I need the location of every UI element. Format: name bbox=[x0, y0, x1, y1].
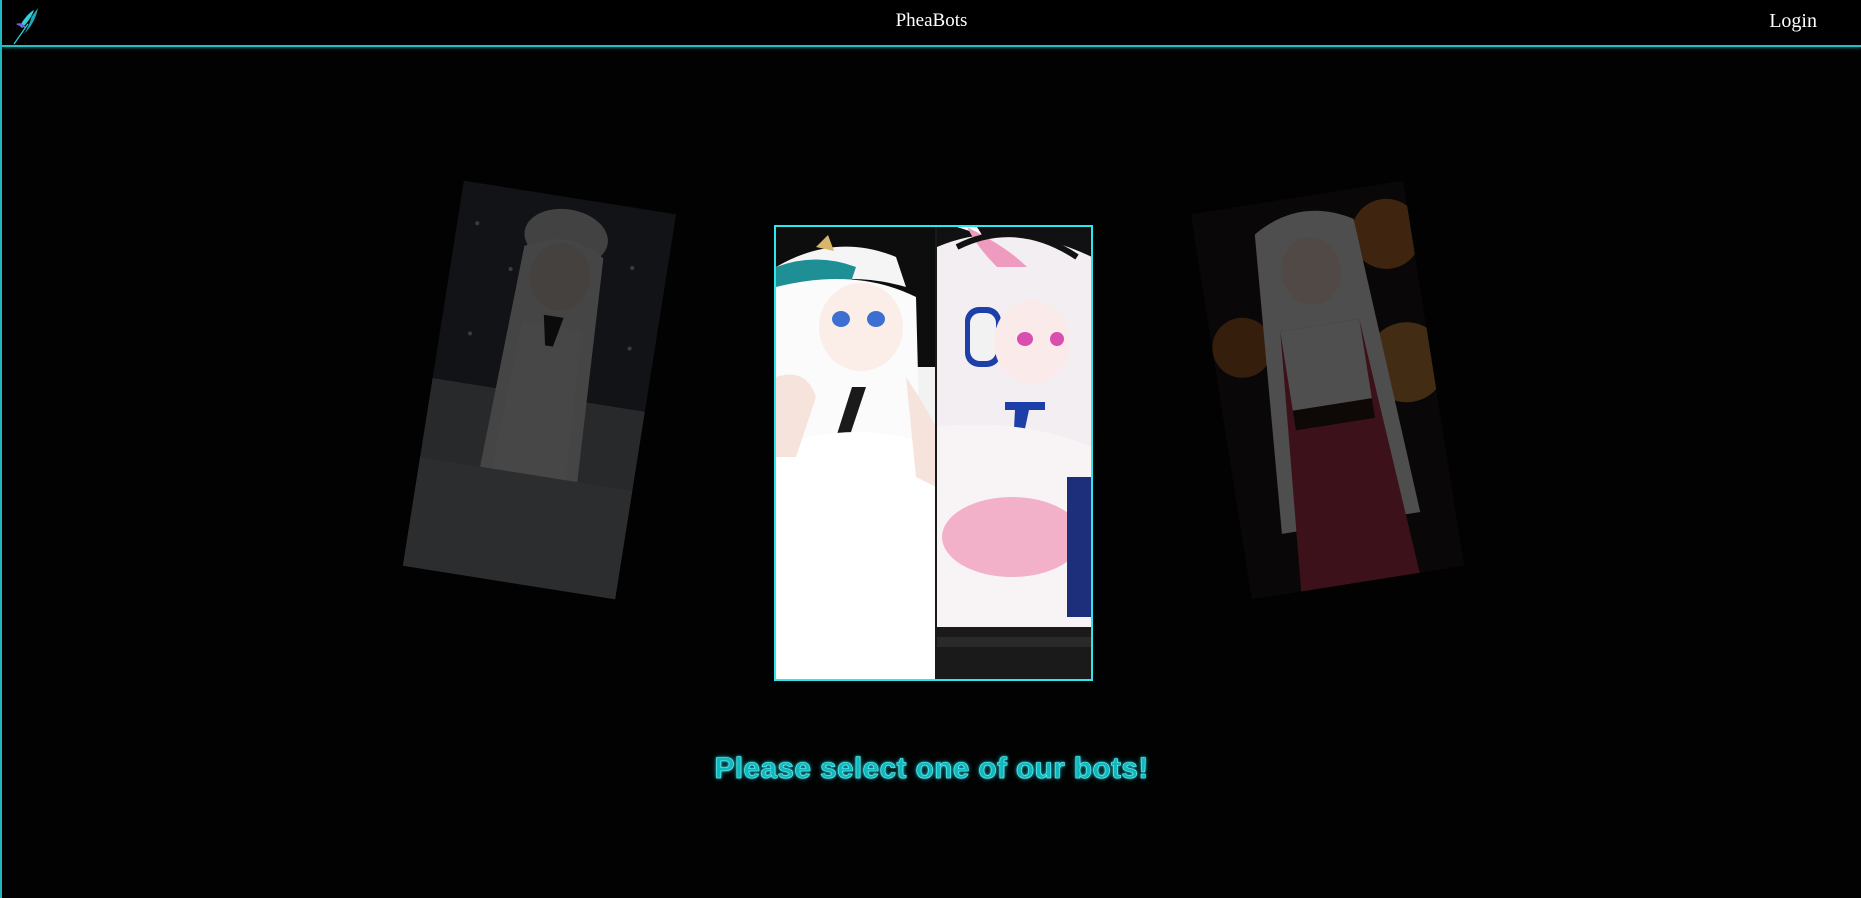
feather-logo-icon[interactable] bbox=[10, 4, 44, 46]
brand-link[interactable]: PheaBots bbox=[896, 10, 968, 31]
bot-image-right bbox=[1190, 180, 1465, 600]
login-button[interactable]: Login bbox=[1769, 10, 1817, 33]
bot-panel-white-cap[interactable] bbox=[776, 227, 937, 679]
page: PheaBots Login Please select one of our … bbox=[0, 0, 1861, 898]
bot-image-headphones bbox=[936, 227, 1091, 679]
bot-card-right[interactable] bbox=[1190, 180, 1465, 600]
bot-card-center[interactable] bbox=[774, 225, 1093, 681]
bot-panel-headphones[interactable] bbox=[936, 227, 1091, 679]
brand-title: PheaBots bbox=[2, 10, 1861, 32]
bot-card-left[interactable] bbox=[402, 180, 677, 600]
top-nav-bar: PheaBots Login bbox=[2, 0, 1861, 47]
select-bot-prompt: Please select one of our bots! bbox=[714, 752, 1149, 786]
bot-image-white-cap bbox=[776, 227, 935, 679]
bot-image-left bbox=[402, 180, 677, 600]
